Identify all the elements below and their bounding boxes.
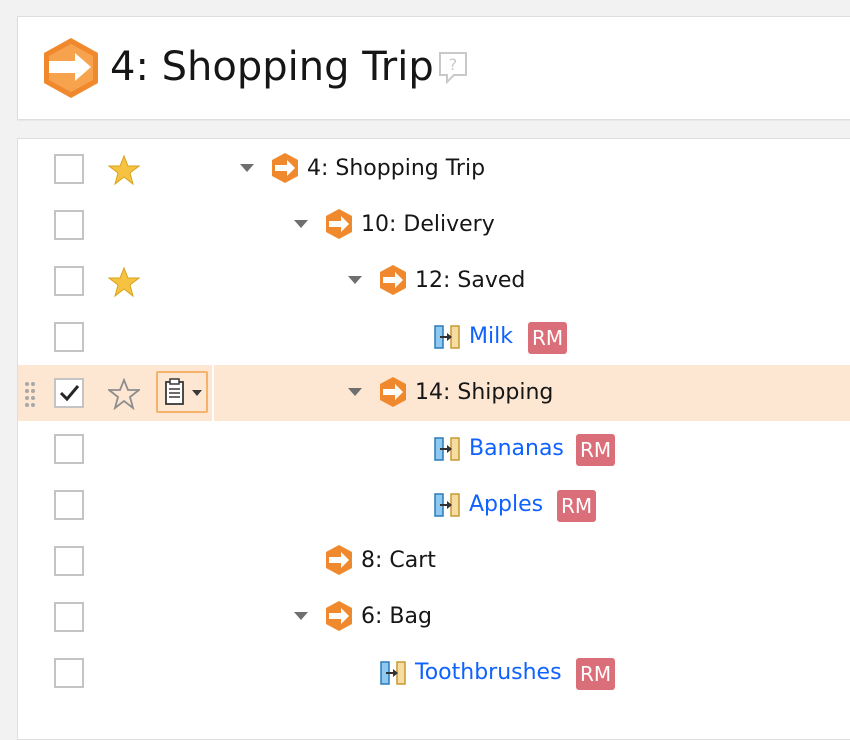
tree-row[interactable]: 6: Bag xyxy=(18,589,850,645)
row-checkbox-checked[interactable] xyxy=(54,378,84,408)
tree-row[interactable]: Apples RM xyxy=(18,477,850,533)
arrow-hexagon-icon xyxy=(272,153,298,183)
expand-caret-icon[interactable] xyxy=(347,274,363,286)
row-checkbox[interactable] xyxy=(54,210,84,240)
row-checkbox[interactable] xyxy=(54,434,84,464)
row-checkbox[interactable] xyxy=(54,490,84,520)
clipboard-icon xyxy=(165,378,184,405)
tree-node-label[interactable]: 4: Shopping Trip xyxy=(307,154,485,184)
tree-node-label[interactable]: 6: Bag xyxy=(361,602,432,632)
tree-row[interactable]: 4: Shopping Trip xyxy=(18,141,850,197)
tree-node-label[interactable]: 8: Cart xyxy=(361,546,436,576)
tree-row[interactable]: 8: Cart xyxy=(18,533,850,589)
item-link[interactable]: Toothbrushes xyxy=(415,658,562,688)
item-link[interactable]: Milk xyxy=(469,322,513,352)
row-actions-menu-button[interactable] xyxy=(156,371,208,413)
row-checkbox[interactable] xyxy=(54,266,84,296)
row-checkbox[interactable] xyxy=(54,322,84,352)
tree-row[interactable]: Bananas RM xyxy=(18,421,850,477)
arrow-hexagon-icon xyxy=(380,265,406,295)
tree-row[interactable]: 10: Delivery xyxy=(18,197,850,253)
rm-badge: RM xyxy=(576,658,616,690)
tree-node-label[interactable]: 12: Saved xyxy=(415,266,525,296)
item-link[interactable]: Bananas xyxy=(469,434,564,464)
tree-node-label[interactable]: 10: Delivery xyxy=(361,210,495,240)
rm-badge: RM xyxy=(528,322,568,354)
tree-node-label[interactable]: 14: Shipping xyxy=(415,378,553,408)
tree-row[interactable]: Toothbrushes RM xyxy=(18,645,850,701)
arrow-hexagon-icon xyxy=(326,601,352,631)
item-link-icon xyxy=(434,437,460,461)
star-filled-icon[interactable] xyxy=(108,154,140,186)
svg-text:?: ? xyxy=(449,55,458,74)
tree-row[interactable]: Milk RM xyxy=(18,309,850,365)
tree-row[interactable]: 12: Saved xyxy=(18,253,850,309)
chevron-down-icon xyxy=(192,390,202,396)
tree-row-selected[interactable]: 14: Shipping xyxy=(18,365,850,421)
checkmark-icon xyxy=(59,385,80,402)
star-outline-icon[interactable] xyxy=(108,378,140,410)
row-checkbox[interactable] xyxy=(54,154,84,184)
arrow-hexagon-icon xyxy=(380,377,406,407)
item-link-icon xyxy=(434,493,460,517)
row-checkbox[interactable] xyxy=(54,602,84,632)
row-checkbox[interactable] xyxy=(54,658,84,688)
star-filled-icon[interactable] xyxy=(108,266,140,298)
help-question-icon[interactable]: ? xyxy=(438,51,468,85)
page-title: 4: Shopping Trip xyxy=(110,44,434,90)
rm-badge: RM xyxy=(557,490,597,522)
tree-view: 4: Shopping Trip 10: Delivery 12: Saved xyxy=(17,138,850,740)
expand-caret-icon[interactable] xyxy=(239,162,255,174)
item-link-icon xyxy=(380,661,406,685)
partial-icon xyxy=(115,0,135,4)
item-link-icon xyxy=(434,325,460,349)
arrow-hexagon-icon xyxy=(44,38,98,98)
item-link[interactable]: Apples xyxy=(469,490,543,520)
expand-caret-icon[interactable] xyxy=(293,218,309,230)
row-checkbox[interactable] xyxy=(54,546,84,576)
expand-caret-icon[interactable] xyxy=(293,610,309,622)
arrow-hexagon-icon xyxy=(326,545,352,575)
page-header: 4: Shopping Trip ? xyxy=(17,16,850,120)
rm-badge: RM xyxy=(576,434,616,466)
arrow-hexagon-icon xyxy=(326,209,352,239)
expand-caret-icon[interactable] xyxy=(347,386,363,398)
drag-handle-icon[interactable] xyxy=(24,381,36,407)
